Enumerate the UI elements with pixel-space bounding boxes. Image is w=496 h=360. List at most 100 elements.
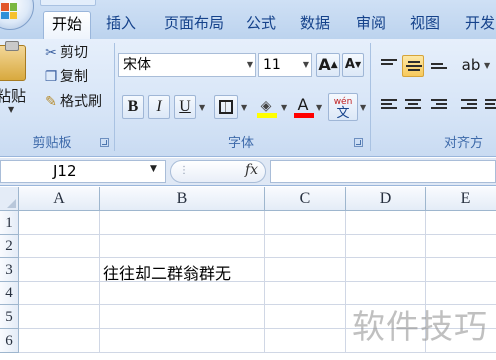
chevron-down-icon[interactable]: ▼ bbox=[247, 54, 253, 76]
cell-c1[interactable] bbox=[265, 211, 346, 235]
cell-b2[interactable] bbox=[100, 235, 265, 258]
cell-e3[interactable] bbox=[426, 258, 496, 282]
align-bottom-button[interactable] bbox=[428, 55, 450, 77]
cell-c3[interactable] bbox=[265, 258, 346, 282]
tab-data[interactable]: 数据 bbox=[294, 11, 336, 39]
cut-button[interactable]: ✂ 剪切 bbox=[42, 42, 88, 64]
shrink-font-button[interactable]: A▼ bbox=[342, 53, 364, 77]
increase-indent-button[interactable] bbox=[482, 95, 496, 117]
watermark: 软件技巧 bbox=[352, 307, 488, 346]
align-top-icon bbox=[381, 59, 397, 73]
row-header-5[interactable]: 5 bbox=[0, 305, 19, 329]
cell-e2[interactable] bbox=[426, 235, 496, 258]
underline-button[interactable]: U bbox=[174, 95, 196, 119]
column-header-a[interactable]: A bbox=[19, 187, 100, 211]
cell-d1[interactable] bbox=[346, 211, 426, 235]
office-logo-icon bbox=[1, 3, 17, 19]
phonetic-guide-button[interactable]: wén 文 bbox=[328, 93, 358, 121]
group-divider bbox=[370, 43, 371, 151]
copy-button[interactable]: ❐ 复制 bbox=[42, 66, 88, 88]
clipboard-group-label: 剪贴板 bbox=[32, 136, 72, 151]
underline-dropdown-icon[interactable]: ▼ bbox=[199, 103, 205, 112]
column-header-d[interactable]: D bbox=[346, 187, 426, 211]
row-header-2[interactable]: 2 bbox=[0, 235, 19, 258]
italic-button[interactable]: I bbox=[148, 95, 170, 119]
format-painter-button[interactable]: ✎ 格式刷 bbox=[42, 91, 102, 113]
cell-b5[interactable] bbox=[100, 305, 265, 329]
decrease-indent-button[interactable] bbox=[458, 95, 480, 117]
column-header-e[interactable]: E bbox=[426, 187, 496, 211]
cell-c2[interactable] bbox=[265, 235, 346, 258]
cell-b4[interactable] bbox=[100, 282, 265, 305]
align-bottom-icon bbox=[431, 63, 447, 77]
name-box-dropdown-icon[interactable]: ▼ bbox=[150, 164, 157, 174]
row-header-3[interactable]: 3 bbox=[0, 258, 19, 282]
align-right-button[interactable] bbox=[428, 95, 450, 117]
cell-a4[interactable] bbox=[19, 282, 100, 305]
cell-d3[interactable] bbox=[346, 258, 426, 282]
quick-access-toolbar[interactable] bbox=[40, 0, 96, 6]
paste-button-label[interactable]: 粘贴 bbox=[0, 85, 26, 106]
ribbon-tab-bar: 开始 插入 页面布局 公式 数据 审阅 视图 开发 bbox=[0, 0, 496, 40]
cell-d2[interactable] bbox=[346, 235, 426, 258]
cell-a3[interactable] bbox=[19, 258, 100, 282]
phonetic-dropdown-icon[interactable]: ▼ bbox=[360, 103, 366, 112]
decrease-indent-icon bbox=[461, 99, 477, 113]
align-center-button[interactable] bbox=[402, 95, 424, 117]
select-all-button[interactable] bbox=[0, 187, 19, 211]
cell-b1[interactable] bbox=[100, 211, 265, 235]
border-button[interactable] bbox=[214, 95, 238, 119]
text-orientation-icon: ab bbox=[461, 56, 481, 74]
align-middle-button[interactable] bbox=[402, 55, 424, 77]
tab-review[interactable]: 审阅 bbox=[350, 11, 392, 39]
tab-formulas[interactable]: 公式 bbox=[240, 11, 282, 39]
font-name-value: 宋体 bbox=[123, 57, 151, 73]
align-left-button[interactable] bbox=[378, 95, 400, 117]
cell-e1[interactable] bbox=[426, 211, 496, 235]
tab-page-layout[interactable]: 页面布局 bbox=[156, 11, 232, 39]
orientation-button[interactable]: ab bbox=[458, 53, 484, 77]
paste-icon[interactable] bbox=[0, 41, 26, 81]
font-size-combo[interactable]: 11 ▼ bbox=[258, 53, 312, 77]
cell-b6[interactable] bbox=[100, 329, 265, 353]
format-painter-label: 格式刷 bbox=[60, 94, 102, 110]
office-button[interactable] bbox=[0, 0, 34, 30]
cell-a2[interactable] bbox=[19, 235, 100, 258]
border-dropdown-icon[interactable]: ▼ bbox=[241, 103, 247, 112]
orientation-dropdown-icon[interactable]: ▼ bbox=[484, 61, 490, 70]
tab-developer[interactable]: 开发 bbox=[460, 11, 496, 39]
column-header-b[interactable]: B bbox=[100, 187, 265, 211]
tab-insert[interactable]: 插入 bbox=[100, 11, 142, 39]
row-header-6[interactable]: 6 bbox=[0, 329, 19, 353]
paste-dropdown-icon[interactable]: ▼ bbox=[8, 105, 14, 114]
font-launcher-icon[interactable] bbox=[354, 138, 363, 147]
fill-color-button[interactable]: ◈ bbox=[254, 93, 278, 118]
name-box[interactable]: J12 bbox=[0, 160, 166, 183]
font-color-dropdown-icon[interactable]: ▼ bbox=[316, 103, 322, 112]
align-top-button[interactable] bbox=[378, 55, 400, 77]
font-name-combo[interactable]: 宋体 ▼ bbox=[118, 53, 256, 77]
tab-view[interactable]: 视图 bbox=[404, 11, 446, 39]
row-header-1[interactable]: 1 bbox=[0, 211, 19, 235]
cell-a1[interactable] bbox=[19, 211, 100, 235]
align-right-icon bbox=[431, 99, 447, 113]
chevron-down-icon[interactable]: ▼ bbox=[303, 54, 309, 76]
clipboard-launcher-icon[interactable] bbox=[100, 138, 109, 147]
font-color-button[interactable]: A bbox=[292, 93, 314, 118]
cell-c6[interactable] bbox=[265, 329, 346, 353]
row-header-4[interactable]: 4 bbox=[0, 282, 19, 305]
insert-function-button[interactable]: fx bbox=[245, 162, 258, 178]
border-icon bbox=[219, 100, 233, 114]
bold-button[interactable]: B bbox=[122, 95, 144, 119]
cell-a6[interactable] bbox=[19, 329, 100, 353]
cell-c5[interactable] bbox=[265, 305, 346, 329]
grow-font-button[interactable]: A▲ bbox=[316, 53, 340, 77]
fill-color-dropdown-icon[interactable]: ▼ bbox=[281, 103, 287, 112]
cell-c4[interactable] bbox=[265, 282, 346, 305]
tab-home[interactable]: 开始 bbox=[43, 11, 91, 39]
cell-a5[interactable] bbox=[19, 305, 100, 329]
resize-handle-icon[interactable]: ⋮ bbox=[179, 165, 189, 176]
shrink-font-icon: A bbox=[344, 57, 355, 72]
column-header-c[interactable]: C bbox=[265, 187, 346, 211]
formula-input[interactable] bbox=[270, 160, 496, 183]
